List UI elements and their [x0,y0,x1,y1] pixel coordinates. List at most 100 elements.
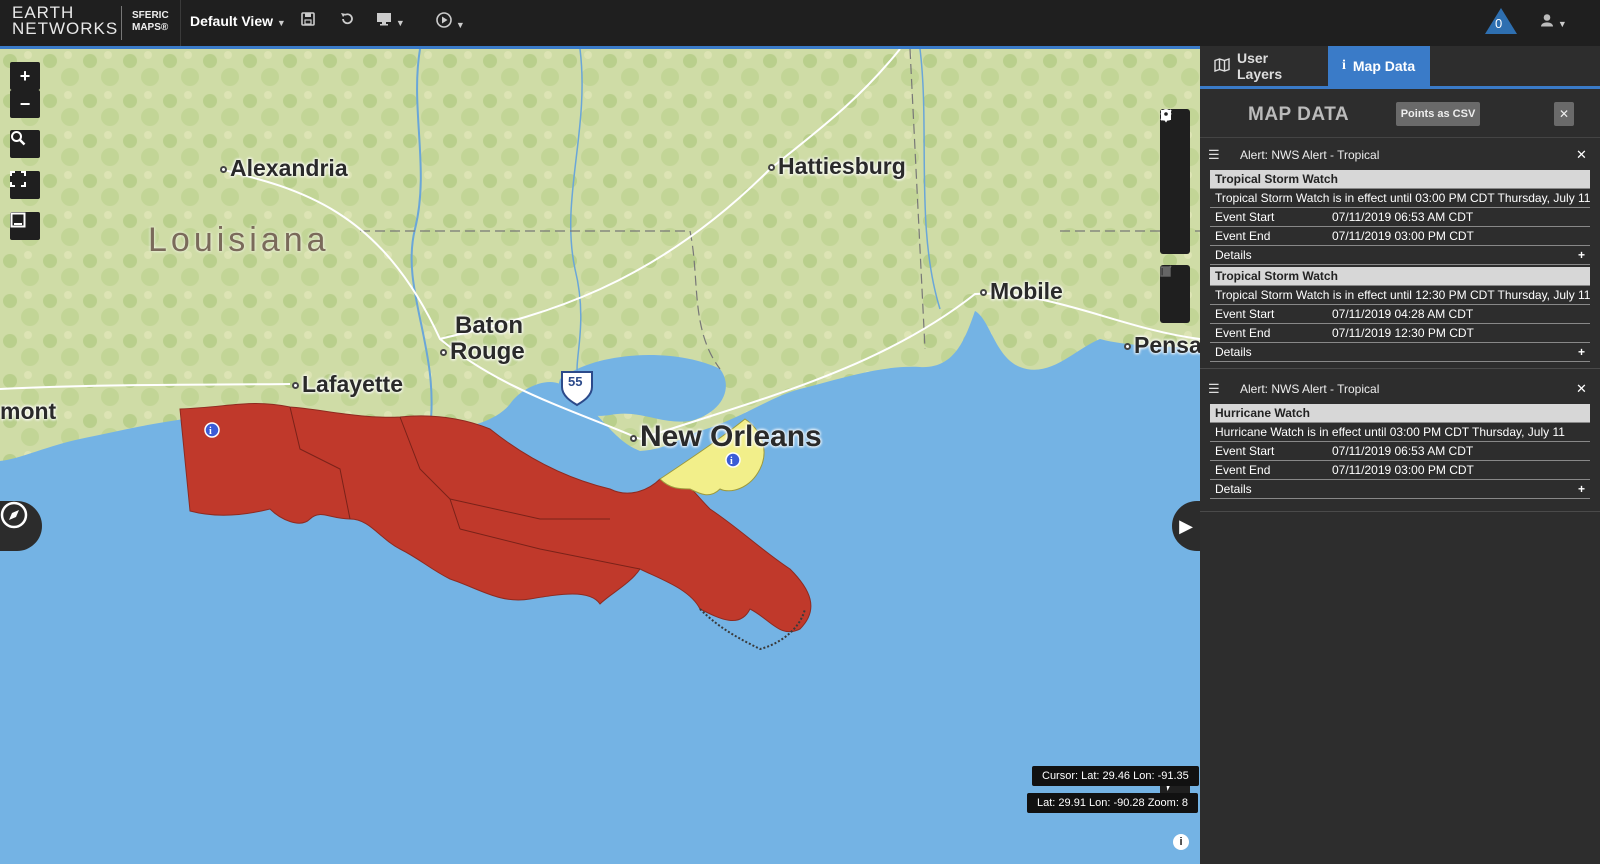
alert-card: ☰ Alert: NWS Alert - Tropical ✕ Hurrican… [1200,372,1600,499]
watch-title: Hurricane Watch [1210,404,1590,422]
points-as-csv-button[interactable]: Points as CSV [1396,102,1480,126]
alert-title: Alert: NWS Alert - Tropical [1240,148,1380,162]
row-value: 07/11/2019 06:53 AM CDT [1332,444,1474,458]
map-base: i i [0,49,1200,651]
menu-icon[interactable]: ☰ [1208,381,1220,397]
row-value: 07/11/2019 03:00 PM CDT [1332,463,1474,477]
summary-text: Tropical Storm Watch is in effect until … [1215,191,1591,205]
alert-card: ☰ Alert: NWS Alert - Tropical ✕ Tropical… [1200,138,1600,362]
logo-divider [121,6,122,40]
rectangle-draw-icon[interactable] [1160,110,1190,196]
close-icon[interactable]: ✕ [1554,102,1574,126]
search-zoom-icon[interactable] [10,130,40,158]
marker-draw-icon[interactable] [1160,109,1190,254]
city-label: New Orleans [630,420,822,454]
map-canvas[interactable]: i i Louisiana Alexandria Hattiesburg Bat… [0,49,1200,864]
city-label: Mobile [980,278,1063,305]
menu-icon[interactable]: ☰ [1208,147,1220,163]
city-marker [440,349,447,357]
city-name: Alexandria [230,155,348,181]
row-value: 07/11/2019 04:28 AM CDT [1332,307,1474,321]
tab-label: Map Data [1352,58,1416,74]
watch-summary: Tropical Storm Watch is in effect until … [1210,188,1590,207]
row-label: Details [1215,248,1252,262]
user-icon[interactable]: ▼ [1540,13,1567,30]
city-marker [630,434,637,442]
tab-user-layers[interactable]: User Layers [1200,46,1328,86]
watch-table: Hurricane Watch Hurricane Watch is in ef… [1210,404,1590,499]
row-label: Event Start [1215,307,1275,321]
close-icon[interactable]: ✕ [1576,381,1587,397]
plus-icon[interactable]: + [1578,248,1585,262]
city-name: Pensa [1134,332,1200,358]
city-marker [292,382,299,390]
alert-header: ☰ Alert: NWS Alert - Tropical ✕ [1200,138,1600,170]
row-label: Event End [1215,463,1271,477]
row-label: Event Start [1215,444,1275,458]
city-label: Alexandria [220,155,348,182]
side-panel: User Layers i Map Data MAP DATA Points a… [1200,46,1600,864]
plus-icon[interactable]: + [1578,345,1585,359]
draw-toolbar [1160,109,1190,254]
city-label: Pensa [1124,332,1200,359]
polygon-draw-icon[interactable] [1160,109,1190,167]
svg-text:i: i [730,456,733,467]
tab-map-data[interactable]: i Map Data [1328,46,1430,86]
view-selector-label: Default View [190,13,273,29]
city-name: Hattiesburg [778,153,906,179]
city-label: Rouge [440,338,525,366]
highway-shield-label: 55 [568,374,583,389]
chevron-down-icon: ▼ [1557,19,1567,29]
bar-divider [180,0,181,46]
watch-title: Tropical Storm Watch [1210,170,1590,188]
chevron-down-icon: ▼ [455,20,465,30]
cursor-coordinates: Cursor: Lat: 29.46 Lon: -91.35 [1032,766,1199,786]
city-marker [1124,343,1131,351]
info-icon: i [1342,58,1346,73]
close-icon[interactable]: ✕ [1576,147,1587,163]
summary-text: Tropical Storm Watch is in effect until … [1215,288,1591,302]
circle-draw-icon[interactable] [1160,110,1190,225]
row-value: 07/11/2019 12:30 PM CDT [1332,326,1474,340]
undo-icon[interactable] [340,12,354,29]
alert-header: ☰ Alert: NWS Alert - Tropical ✕ [1200,372,1600,404]
sferic-maps-logo: SFERIC MAPS® [132,10,169,34]
tab-label: User Layers [1237,50,1283,82]
row-label: Details [1215,482,1252,496]
top-bar: EARTH NETWORKS SFERIC MAPS® Default View… [0,0,1600,46]
info-icon[interactable]: i [1173,834,1189,850]
row-label: Details [1215,345,1252,359]
panel-tab-rule [1200,86,1600,89]
watch-summary: Hurricane Watch is in effect until 03:00… [1210,422,1590,441]
row-value: 07/11/2019 06:53 AM CDT [1332,210,1474,224]
city-name: Lafayette [302,371,403,397]
row-label: Event End [1215,229,1271,243]
select-area-icon[interactable] [10,212,40,240]
summary-text: Hurricane Watch is in effect until 03:00… [1215,425,1565,439]
event-start-row: Event Start 07/11/2019 06:53 AM CDT [1210,441,1590,460]
event-end-row: Event End 07/11/2019 03:00 PM CDT [1210,460,1590,479]
product-line-2: MAPS® [132,22,169,33]
watch-title: Tropical Storm Watch [1210,267,1590,285]
city-label: mont [0,398,57,424]
zoom-in-icon[interactable]: + [10,62,40,90]
trash-icon[interactable] [1160,266,1190,323]
plus-icon[interactable]: + [1578,482,1585,496]
zoom-out-icon[interactable]: − [10,90,40,118]
event-end-row: Event End 07/11/2019 03:00 PM CDT [1210,226,1590,245]
chevron-down-icon: ▼ [276,18,286,28]
event-start-row: Event Start 07/11/2019 04:28 AM CDT [1210,304,1590,323]
city-marker [768,164,775,172]
panel-title: MAP DATA [1248,104,1350,125]
save-icon[interactable] [301,12,315,29]
view-selector[interactable]: Default View ▼ [190,13,286,29]
fullscreen-icon[interactable] [10,171,40,199]
details-row[interactable]: Details + [1210,245,1590,264]
details-row[interactable]: Details + [1210,479,1590,498]
edit-toolbar [1160,265,1190,323]
alert-count-badge: 0 [1495,16,1503,31]
monitor-icon[interactable]: ▼ [376,12,405,29]
details-row[interactable]: Details + [1210,342,1590,361]
earth-networks-logo: EARTH NETWORKS [12,4,117,37]
play-icon[interactable]: ▼ [436,12,465,31]
